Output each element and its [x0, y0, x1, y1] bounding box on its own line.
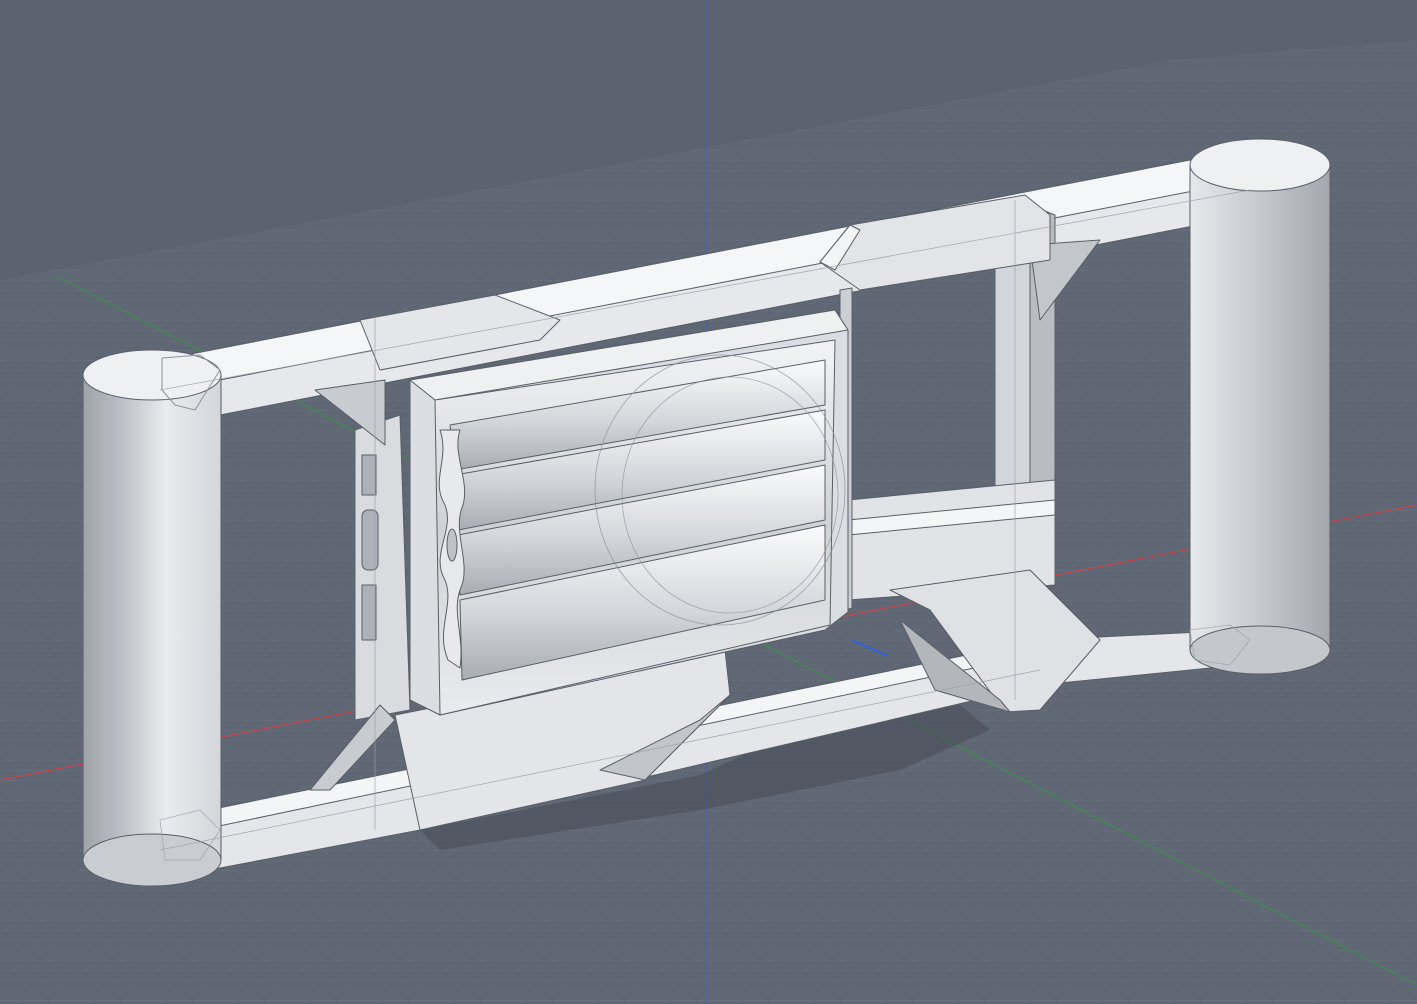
left-cylinder[interactable]: [82, 349, 222, 887]
right-cylinder[interactable]: [1189, 138, 1331, 675]
cad-3d-viewport[interactable]: 29.65 mm: [0, 0, 1417, 1004]
